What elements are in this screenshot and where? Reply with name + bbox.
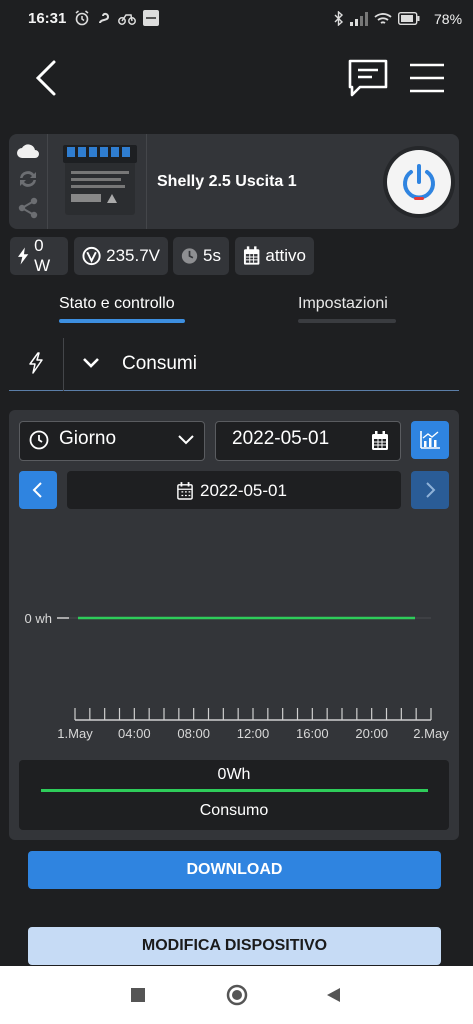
- schedule-chip[interactable]: attivo: [235, 237, 314, 275]
- status-time: 16:31: [28, 10, 67, 27]
- x-tick-label: 1.May: [57, 726, 93, 741]
- next-date-button[interactable]: [411, 471, 449, 509]
- consumi-label: Consumi: [122, 353, 197, 374]
- calendar-icon: [243, 246, 260, 265]
- signal-icon: [350, 11, 368, 26]
- x-tick-label: 16:00: [296, 726, 329, 741]
- voltage-value: 235.7V: [106, 246, 160, 265]
- power-toggle-button[interactable]: [387, 150, 451, 214]
- voltage-icon: [82, 246, 101, 266]
- section-divider: [63, 338, 64, 391]
- y-tick-label: 0 wh: [25, 611, 52, 626]
- battery-percentage: 78%: [434, 11, 463, 27]
- card-divider: [146, 134, 147, 229]
- status-notification-icons: [74, 10, 159, 26]
- calendar-icon: [177, 482, 193, 500]
- alarm-icon: [75, 10, 89, 26]
- tab-stato-e-controllo[interactable]: Stato e controllo: [59, 295, 175, 313]
- back-nav-icon[interactable]: [324, 986, 342, 1004]
- interval-chip: 5s: [173, 237, 229, 275]
- bluetooth-icon: [334, 11, 344, 26]
- voltage-chip: 235.7V: [74, 237, 168, 275]
- device-name: Shelly 2.5 Uscita 1: [157, 173, 297, 190]
- clock-outline-icon: [29, 430, 49, 450]
- bike-icon: [118, 14, 136, 25]
- x-tick-label: 20:00: [355, 726, 388, 741]
- back-button[interactable]: [30, 58, 66, 98]
- consumption-chart: 0 wh 1.May 04:00 08:00 12:00 16:00 20:00 2.May: [25, 611, 449, 741]
- recent-apps-icon[interactable]: [131, 988, 145, 1002]
- x-tick-label: 2.May: [413, 726, 449, 741]
- edit-device-button[interactable]: MODIFICA DISPOSITIVO: [28, 927, 441, 965]
- tab-impostazioni[interactable]: Impostazioni: [298, 295, 388, 313]
- download-button[interactable]: DOWNLOAD: [28, 851, 441, 889]
- x-tick-label: 08:00: [177, 726, 210, 741]
- app-bar: [0, 38, 473, 122]
- tab-active-indicator: [59, 319, 185, 323]
- power-chip: 0 W: [10, 236, 68, 275]
- chevron-down-icon: [177, 433, 195, 447]
- wifi-icon: [374, 12, 392, 24]
- consumi-section-header[interactable]: [9, 338, 459, 391]
- hamburger-menu-icon: [410, 63, 444, 93]
- legend-series-line: [41, 789, 428, 792]
- chevron-left-icon: [32, 482, 42, 498]
- chevron-right-icon: [426, 482, 436, 498]
- arrow-left-icon: [35, 60, 56, 96]
- clock-icon: [181, 248, 198, 264]
- home-icon[interactable]: [226, 984, 248, 1006]
- navigator-date: 2022-05-01: [200, 481, 287, 500]
- chat-button[interactable]: [346, 58, 390, 100]
- chat-icon: [348, 59, 388, 97]
- chevron-down-icon[interactable]: [82, 356, 100, 370]
- chart-type-button[interactable]: [411, 421, 449, 459]
- menu-button[interactable]: [408, 62, 446, 94]
- legend-total: 0Wh: [217, 766, 251, 783]
- device-image: [57, 141, 139, 221]
- calendar-icon: [371, 431, 389, 451]
- share-icon[interactable]: [16, 197, 40, 219]
- date-picker-value: 2022-05-01: [232, 428, 330, 449]
- status-system-icons: [334, 11, 420, 26]
- mqtt-icon: [143, 10, 159, 26]
- card-divider: [47, 134, 48, 229]
- interval-value: 5s: [203, 246, 221, 265]
- schedule-value: attivo: [265, 246, 306, 265]
- app-swirl-icon: [99, 12, 110, 24]
- x-tick-label: 04:00: [118, 726, 151, 741]
- legend-series-name: Consumo: [199, 802, 269, 819]
- x-tick-label: 12:00: [237, 726, 270, 741]
- power-icon: [403, 164, 435, 200]
- chart-icon: [420, 431, 440, 449]
- lightning-icon: [18, 247, 29, 265]
- refresh-icon[interactable]: [16, 168, 40, 190]
- cloud-icon: [16, 142, 40, 160]
- previous-date-button[interactable]: [19, 471, 57, 509]
- lightning-outline-icon: [28, 352, 44, 374]
- battery-icon: [398, 12, 420, 25]
- period-select-value: Giorno: [59, 428, 117, 449]
- power-value: 0 W: [34, 236, 51, 275]
- tab-inactive-indicator: [298, 319, 396, 323]
